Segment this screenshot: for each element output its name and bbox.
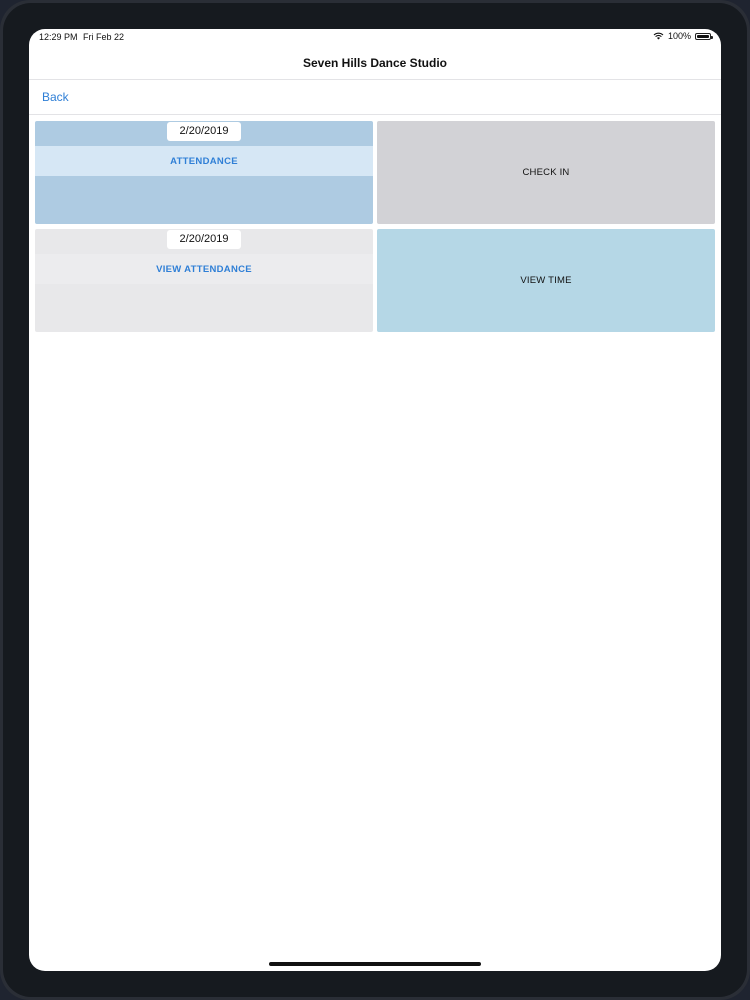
check-in-button[interactable]: CHECK IN [377,121,715,224]
attendance-tile: 2/20/2019 ATTENDANCE [35,121,373,224]
back-bar: Back [29,80,721,115]
page-title: Seven Hills Dance Studio [302,56,448,70]
ipad-device-frame: 12:29 PM Fri Feb 22 100% Seven Hills Dan… [0,0,750,1000]
view-attendance-button[interactable]: VIEW ATTENDANCE [35,254,373,284]
view-time-button[interactable]: VIEW TIME [377,229,715,332]
attendance-date-field[interactable]: 2/20/2019 [167,122,241,141]
back-button[interactable]: Back [42,90,69,104]
battery-percent: 100% [667,31,691,41]
view-attendance-tile: 2/20/2019 VIEW ATTENDANCE [35,229,373,332]
app-screen: 12:29 PM Fri Feb 22 100% Seven Hills Dan… [29,29,721,971]
status-time: 12:29 PM [39,32,78,42]
attendance-button[interactable]: ATTENDANCE [35,146,373,176]
wifi-icon [653,32,664,40]
view-attendance-date-field[interactable]: 2/20/2019 [167,230,241,249]
home-indicator[interactable] [269,962,481,966]
battery-icon [695,32,713,40]
view-time-label: VIEW TIME [520,275,572,286]
navigation-bar: Seven Hills Dance Studio [29,47,721,80]
view-attendance-button-label: VIEW ATTENDANCE [156,263,252,275]
status-date: Fri Feb 22 [83,32,125,42]
check-in-label: CHECK IN [522,167,570,178]
attendance-button-label: ATTENDANCE [170,155,238,167]
battery-level-fill [697,34,709,38]
status-bar: 12:29 PM Fri Feb 22 100% [29,29,721,47]
status-indicators: 100% [653,31,713,41]
